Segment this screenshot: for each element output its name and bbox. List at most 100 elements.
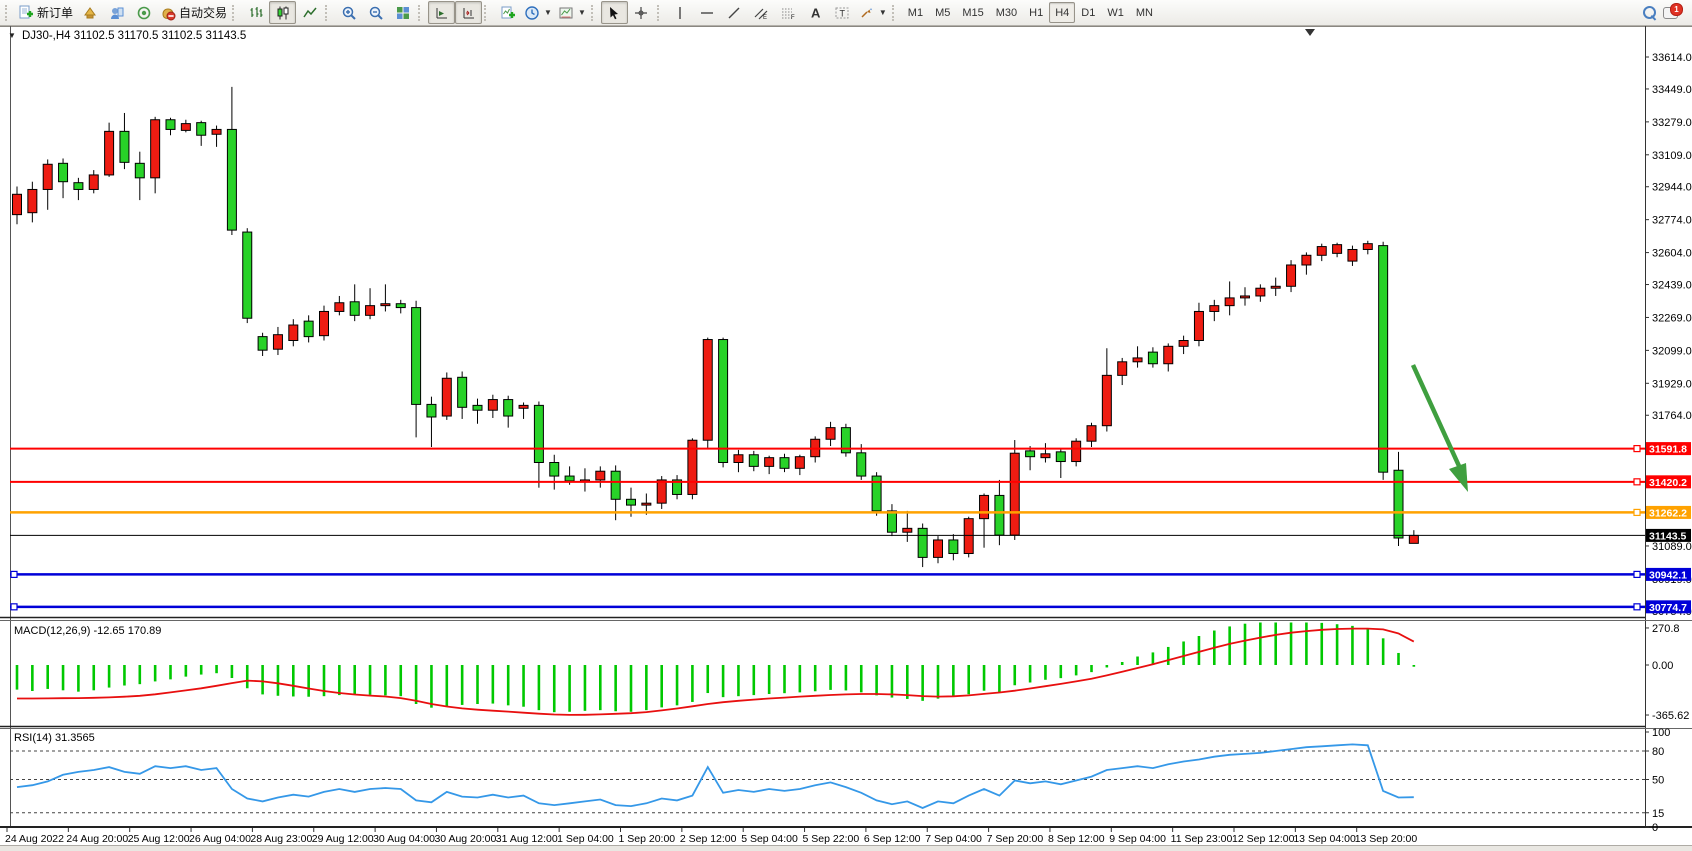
- candle: [273, 335, 282, 350]
- candle: [1287, 265, 1296, 286]
- svg-text:24 Aug 20:00: 24 Aug 20:00: [66, 833, 128, 845]
- timeframe-m5-button[interactable]: M5: [929, 2, 956, 23]
- crosshair-button[interactable]: [628, 1, 655, 24]
- svg-text:5 Sep 22:00: 5 Sep 22:00: [803, 833, 860, 845]
- news-signal-button[interactable]: [130, 1, 157, 24]
- hline-handle[interactable]: [1634, 479, 1640, 485]
- candle: [1241, 296, 1250, 298]
- candle: [749, 455, 758, 467]
- candle: [565, 476, 574, 481]
- candle: [980, 495, 989, 518]
- periods-button[interactable]: ▼: [521, 1, 555, 24]
- auto-trading-button[interactable]: 自动交易: [157, 1, 230, 24]
- text-button[interactable]: A: [802, 1, 829, 24]
- toolbar-grip: [657, 5, 663, 21]
- hline-handle[interactable]: [1634, 509, 1640, 515]
- fibonacci-button[interactable]: F: [775, 1, 802, 24]
- candle: [1271, 286, 1280, 288]
- svg-text:31 Aug 12:00: 31 Aug 12:00: [496, 833, 558, 845]
- hline-handle[interactable]: [11, 604, 17, 610]
- svg-text:25 Aug 12:00: 25 Aug 12:00: [128, 833, 190, 845]
- svg-text:30 Aug 04:00: 30 Aug 04:00: [373, 833, 435, 845]
- new-order-button[interactable]: 新订单: [15, 1, 76, 24]
- candle: [934, 540, 943, 557]
- candle: [1026, 451, 1035, 457]
- candle: [534, 405, 543, 462]
- timeframe-m1-button[interactable]: M1: [902, 2, 929, 23]
- svg-text:8 Sep 12:00: 8 Sep 12:00: [1048, 833, 1105, 845]
- trendline-button[interactable]: [721, 1, 748, 24]
- candle: [596, 471, 605, 480]
- svg-text:32269.0: 32269.0: [1652, 312, 1692, 324]
- candle: [642, 503, 651, 505]
- dropdown-caret-icon[interactable]: ▼: [879, 8, 887, 17]
- svg-text:1 Sep 20:00: 1 Sep 20:00: [619, 833, 676, 845]
- svg-text:0.00: 0.00: [1652, 660, 1673, 672]
- dropdown-caret-icon[interactable]: ▼: [578, 8, 586, 17]
- svg-text:29 Aug 12:00: 29 Aug 12:00: [312, 833, 374, 845]
- candle: [13, 194, 22, 214]
- chart-menu-icon[interactable]: ▼: [8, 31, 16, 40]
- equidistant-channel-button[interactable]: E: [748, 1, 775, 24]
- candle: [28, 189, 37, 212]
- zoom-out-button[interactable]: [362, 1, 389, 24]
- toolbar-grip: [892, 5, 898, 21]
- svg-text:32604.0: 32604.0: [1652, 248, 1692, 260]
- svg-text:31262.2: 31262.2: [1649, 507, 1687, 519]
- timeframe-d1-button[interactable]: D1: [1075, 2, 1101, 23]
- svg-text:13 Sep 20:00: 13 Sep 20:00: [1355, 833, 1418, 845]
- hline-handle[interactable]: [1634, 604, 1640, 610]
- templates-icon: [558, 5, 574, 21]
- hline-handle[interactable]: [1634, 571, 1640, 577]
- svg-text:31929.0: 31929.0: [1652, 378, 1692, 390]
- timeframe-h1-button[interactable]: H1: [1023, 2, 1049, 23]
- hline-handle[interactable]: [11, 571, 17, 577]
- templates-button[interactable]: ▼: [555, 1, 589, 24]
- equidistant-channel-icon: E: [753, 5, 769, 21]
- indicators-button[interactable]: [494, 1, 521, 24]
- hline-handle[interactable]: [1634, 446, 1640, 452]
- horizontal-line-button[interactable]: [694, 1, 721, 24]
- svg-text:7 Sep 04:00: 7 Sep 04:00: [925, 833, 982, 845]
- bar-chart-button[interactable]: [242, 1, 269, 24]
- cursor-button[interactable]: [601, 1, 628, 24]
- bar-chart-icon: [248, 5, 264, 21]
- svg-text:26 Aug 04:00: 26 Aug 04:00: [189, 833, 251, 845]
- candle: [151, 120, 160, 178]
- timeframe-m15-button[interactable]: M15: [956, 2, 989, 23]
- candle: [227, 129, 236, 230]
- text-label-button[interactable]: T: [829, 1, 856, 24]
- vertical-line-button[interactable]: [667, 1, 694, 24]
- dropdown-caret-icon[interactable]: ▼: [544, 8, 552, 17]
- candle: [1041, 454, 1050, 458]
- shapes-button[interactable]: ▼: [856, 1, 890, 24]
- auto-scroll-button[interactable]: [428, 1, 455, 24]
- timeframe-m30-button[interactable]: M30: [990, 2, 1023, 23]
- chart-shift-button[interactable]: [455, 1, 482, 24]
- zoom-in-button[interactable]: [335, 1, 362, 24]
- profile-button[interactable]: [103, 1, 130, 24]
- chart-title-group: ▼DJ30-,H4 31102.5 31170.5 31102.5 31143.…: [8, 30, 246, 42]
- candlestick-chart-button[interactable]: [269, 1, 296, 24]
- candle: [1072, 441, 1081, 461]
- candle: [135, 163, 144, 178]
- tile-windows-button[interactable]: [389, 1, 416, 24]
- timeframe-mn-button[interactable]: MN: [1130, 2, 1159, 23]
- candle: [1056, 452, 1065, 462]
- line-chart-button[interactable]: [296, 1, 323, 24]
- svg-text:30942.1: 30942.1: [1649, 569, 1687, 581]
- trendline-icon: [726, 5, 742, 21]
- timeframe-w1-button[interactable]: W1: [1101, 2, 1130, 23]
- candle: [1010, 453, 1019, 535]
- timeframe-h4-button[interactable]: H4: [1049, 2, 1075, 23]
- svg-text:31591.8: 31591.8: [1649, 444, 1687, 456]
- svg-text:12 Sep 12:00: 12 Sep 12:00: [1232, 833, 1295, 845]
- toolbar-group: [589, 0, 655, 26]
- candle: [1179, 341, 1188, 347]
- candle: [826, 428, 835, 440]
- chart-canvas[interactable]: 33614.033449.033279.033109.032944.032774…: [0, 26, 1692, 845]
- layouts-button[interactable]: [76, 1, 103, 24]
- notifications-icon[interactable]: 1: [1663, 5, 1681, 20]
- layouts-icon: [82, 5, 98, 21]
- search-icon[interactable]: [1643, 6, 1657, 20]
